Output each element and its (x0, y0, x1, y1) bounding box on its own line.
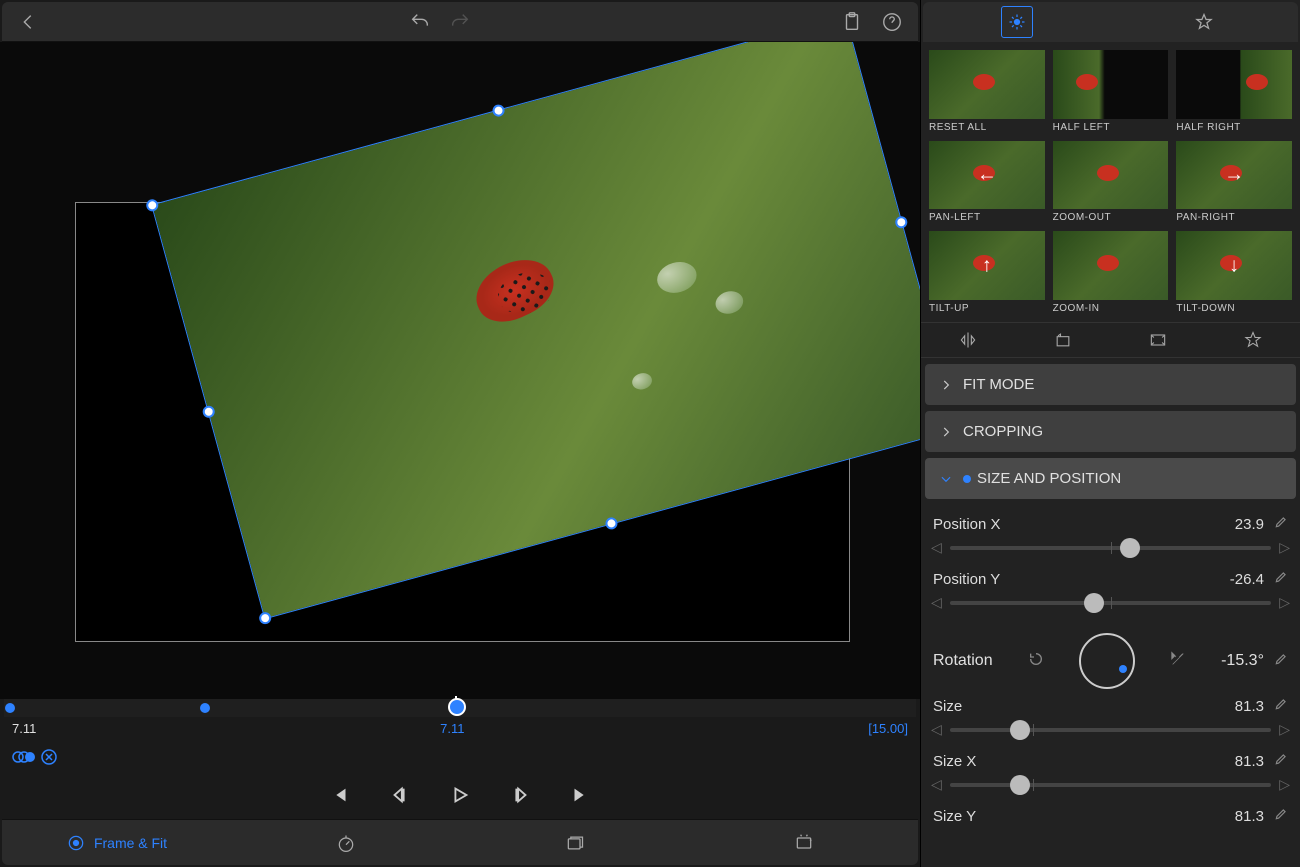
transform-tool-row (921, 322, 1300, 358)
control-position-y: Position Y -26.4 ◁ ▷ (931, 570, 1290, 611)
side-toolbar (923, 2, 1298, 42)
position-x-value: 23.9 (1235, 516, 1264, 533)
keyframe-group-icon[interactable] (12, 749, 36, 770)
play-button[interactable] (446, 781, 474, 809)
size-x-slider[interactable] (950, 783, 1271, 787)
preset-pan-right[interactable]: →PAN-RIGHT (1176, 141, 1292, 224)
section-fit-mode[interactable]: FIT MODE (925, 364, 1296, 405)
position-y-label: Position Y (933, 571, 1000, 588)
position-y-slider[interactable] (950, 601, 1271, 605)
go-end-button[interactable] (566, 781, 594, 809)
tab-speed[interactable] (231, 820, 460, 865)
go-start-button[interactable] (326, 781, 354, 809)
preset-tilt-up[interactable]: ↑TILT-UP (929, 231, 1045, 314)
preset-zoom-out[interactable]: ZOOM-OUT (1053, 141, 1169, 224)
keyframe-delete-icon[interactable] (40, 748, 58, 771)
size-decrement[interactable]: ◁ (931, 721, 942, 738)
size-x-increment[interactable]: ▷ (1279, 776, 1290, 793)
size-y-value: 81.3 (1235, 808, 1264, 825)
step-forward-button[interactable] (506, 781, 534, 809)
section-cropping[interactable]: CROPPING (925, 411, 1296, 452)
rotation-ccw[interactable] (1028, 651, 1044, 672)
playhead[interactable] (455, 696, 457, 714)
main-toolbar (2, 2, 918, 42)
keyframe-start[interactable] (5, 703, 15, 713)
section-size-position[interactable]: SIZE AND POSITION (925, 458, 1296, 499)
position-y-value: -26.4 (1230, 571, 1264, 588)
canvas-viewer[interactable] (0, 42, 920, 699)
presets-grid: RESET ALL HALF LEFT HALF RIGHT ←PAN-LEFT… (921, 42, 1300, 322)
edit-size-x[interactable] (1274, 752, 1288, 770)
preset-half-left[interactable]: HALF LEFT (1053, 50, 1169, 133)
size-slider[interactable] (950, 728, 1271, 732)
control-size-y: Size Y 81.3 (931, 807, 1290, 831)
size-x-label: Size X (933, 753, 976, 770)
undo-button[interactable] (404, 6, 436, 38)
fit-screen-icon[interactable] (1144, 326, 1172, 354)
back-button[interactable] (12, 6, 44, 38)
position-y-increment[interactable]: ▷ (1279, 594, 1290, 611)
rotation-label: Rotation (933, 652, 993, 670)
bottom-tabs: Frame & Fit (2, 819, 918, 865)
edit-size-y[interactable] (1274, 807, 1288, 825)
timeline-track[interactable] (4, 699, 916, 717)
redo-button[interactable] (444, 6, 476, 38)
preset-pan-left[interactable]: ←PAN-LEFT (929, 141, 1045, 224)
control-rotation: Rotation -15.3° (931, 625, 1290, 697)
edit-rotation[interactable] (1274, 652, 1288, 671)
help-button[interactable] (876, 6, 908, 38)
position-x-decrement[interactable]: ◁ (931, 539, 942, 556)
section-fit-mode-label: FIT MODE (963, 376, 1034, 393)
position-y-decrement[interactable]: ◁ (931, 594, 942, 611)
size-y-label: Size Y (933, 808, 976, 825)
step-back-button[interactable] (386, 781, 414, 809)
position-x-label: Position X (933, 516, 1001, 533)
size-value: 81.3 (1235, 698, 1264, 715)
favorites-tab-button[interactable] (1188, 6, 1220, 38)
size-position-controls: Position X 23.9 ◁ ▷ Position Y -26.4 (921, 511, 1300, 867)
control-size-x: Size X 81.3 ◁ ▷ (931, 752, 1290, 793)
control-size: Size 81.3 ◁ ▷ (931, 697, 1290, 738)
tab-frame-fit-label: Frame & Fit (94, 835, 167, 851)
tab-layers[interactable] (460, 820, 689, 865)
rotate-icon[interactable] (1049, 326, 1077, 354)
flip-horizontal-icon[interactable] (954, 326, 982, 354)
preset-tilt-down[interactable]: ↓TILT-DOWN (1176, 231, 1292, 314)
active-indicator-icon (963, 475, 971, 483)
rotation-cw[interactable] (1170, 651, 1186, 672)
keyframe-1[interactable] (200, 703, 210, 713)
section-cropping-label: CROPPING (963, 423, 1043, 440)
preset-zoom-in[interactable]: ZOOM-IN (1053, 231, 1169, 314)
timeline: 7.11 7.11 [15.00] (0, 699, 920, 819)
position-x-slider[interactable] (950, 546, 1271, 550)
preset-half-right[interactable]: HALF RIGHT (1176, 50, 1292, 133)
presets-tab-button[interactable] (1001, 6, 1033, 38)
size-increment[interactable]: ▷ (1279, 721, 1290, 738)
edit-position-y[interactable] (1274, 570, 1288, 588)
transport-controls (0, 775, 920, 819)
control-position-x: Position X 23.9 ◁ ▷ (931, 515, 1290, 556)
tab-frame-fit[interactable]: Frame & Fit (2, 820, 231, 865)
position-x-increment[interactable]: ▷ (1279, 539, 1290, 556)
favorite-icon[interactable] (1239, 326, 1267, 354)
tab-effects[interactable] (689, 820, 918, 865)
size-x-value: 81.3 (1235, 753, 1264, 770)
preset-reset-all[interactable]: RESET ALL (929, 50, 1045, 133)
rotation-wheel[interactable] (1079, 633, 1135, 689)
rotation-value: -15.3° (1221, 652, 1264, 670)
size-label: Size (933, 698, 962, 715)
edit-size[interactable] (1274, 697, 1288, 715)
clipboard-button[interactable] (836, 6, 868, 38)
section-size-position-label: SIZE AND POSITION (977, 470, 1121, 487)
size-x-decrement[interactable]: ◁ (931, 776, 942, 793)
edit-position-x[interactable] (1274, 515, 1288, 533)
